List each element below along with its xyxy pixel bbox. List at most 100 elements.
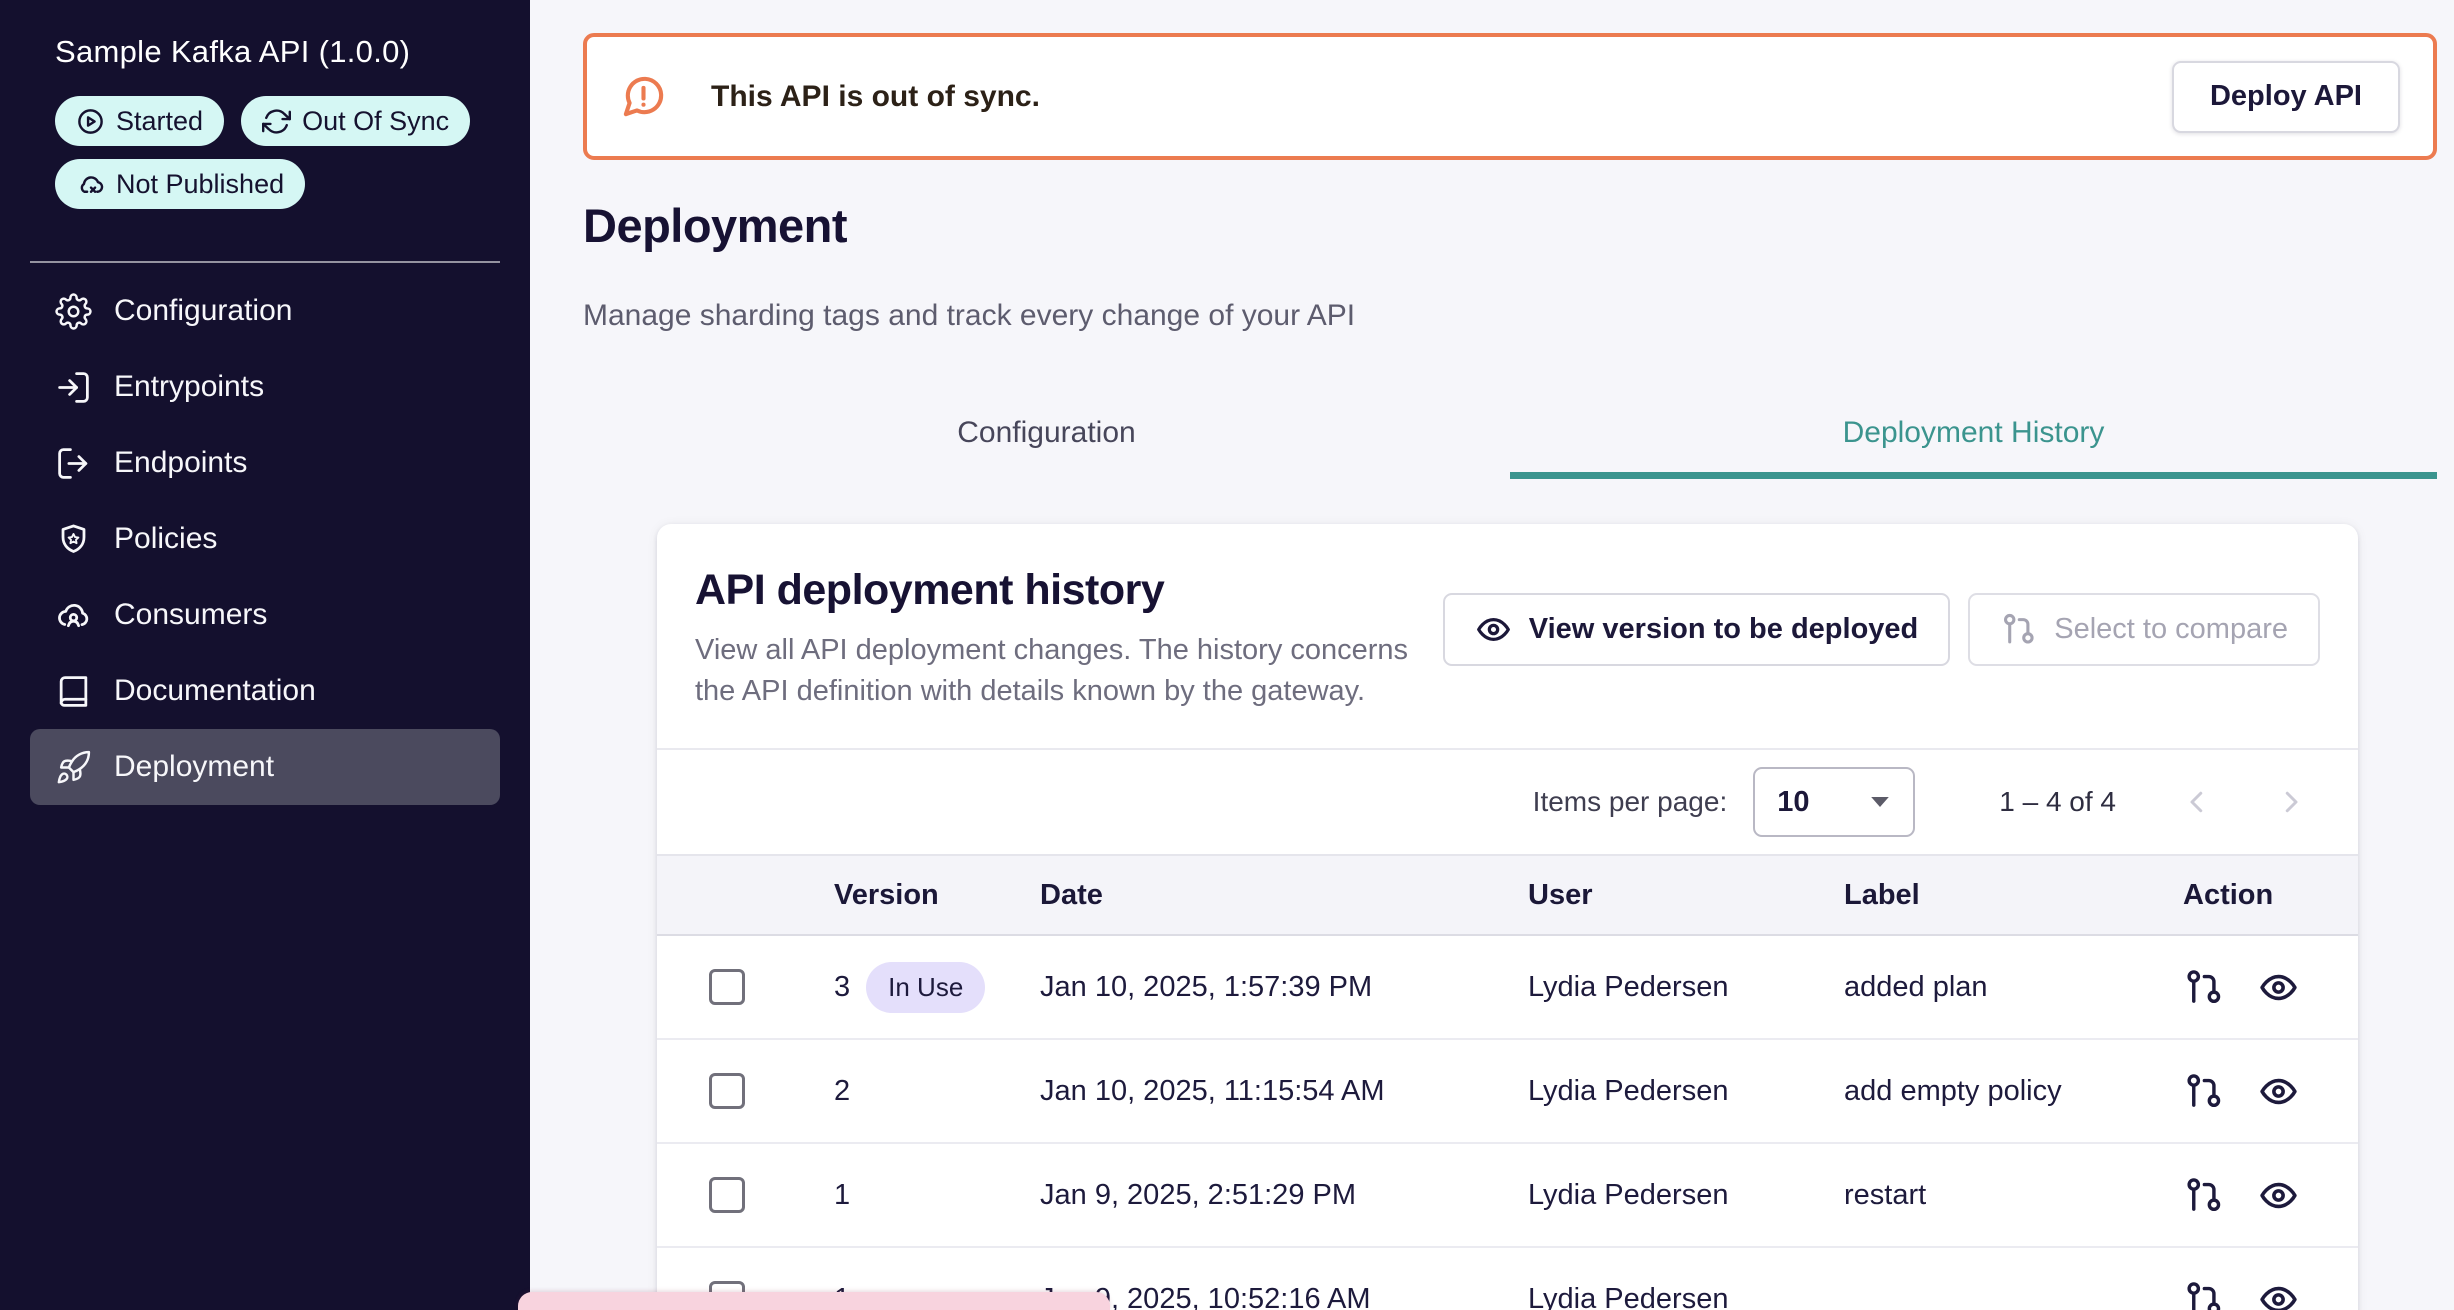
sidebar-item-configuration[interactable]: Configuration <box>30 273 500 349</box>
sidebar-item-label: Entrypoints <box>114 370 264 404</box>
play-circle-icon <box>76 107 105 136</box>
version-number: 3 <box>834 971 850 1004</box>
api-status-badge: Not Published <box>55 159 305 209</box>
sidebar-item-consumers[interactable]: Consumers <box>30 577 500 653</box>
table-row: 2 Jan 10, 2025, 11:15:54 AMLydia Pedersen… <box>657 1040 2358 1144</box>
compare-icon[interactable] <box>2183 1175 2224 1216</box>
cloud-user-icon <box>55 597 92 634</box>
col-user: User <box>1528 879 1844 912</box>
sidebar-item-documentation[interactable]: Documentation <box>30 653 500 729</box>
sidebar-divider <box>30 261 500 263</box>
chevron-left-icon[interactable] <box>2182 785 2212 819</box>
col-date: Date <box>1040 879 1528 912</box>
sidebar-item-endpoints[interactable]: Endpoints <box>30 425 500 501</box>
entry-arrow-icon <box>55 369 92 406</box>
table-row: 3 In Use Jan 10, 2025, 1:57:39 PMLydia Ped… <box>657 936 2358 1040</box>
deployment-date: Jan 9, 2025, 2:51:29 PM <box>1040 1179 1528 1212</box>
eye-icon <box>1475 611 1512 648</box>
version-number: 1 <box>834 1179 850 1212</box>
deployment-label: added plan <box>1844 971 2183 1004</box>
dropdown-arrow-icon <box>1869 795 1891 809</box>
exit-arrow-icon <box>55 445 92 482</box>
deployment-user: Lydia Pedersen <box>1528 1179 1844 1212</box>
api-status-badge: Started <box>55 96 224 146</box>
book-icon <box>55 673 92 710</box>
eye-icon[interactable] <box>2258 1175 2299 1216</box>
badge-label: Not Published <box>116 169 284 200</box>
pager <box>2182 785 2320 819</box>
deployment-history-table: Version Date User Label Action 3 In Use Ja… <box>657 854 2358 1310</box>
eye-icon[interactable] <box>2258 967 2299 1008</box>
sidebar-item-label: Configuration <box>114 294 292 328</box>
badge-label: Out Of Sync <box>302 106 449 137</box>
compare-icon <box>2000 611 2037 648</box>
pagination-range: 1 – 4 of 4 <box>1999 786 2116 818</box>
deployment-history-card: API deployment history View all API depl… <box>657 524 2358 1310</box>
sidebar-item-deployment[interactable]: Deployment <box>30 729 500 805</box>
rocket-icon <box>55 749 92 786</box>
sidebar-item-entrypoints[interactable]: Entrypoints <box>30 349 500 425</box>
main-content: This API is out of sync. Deploy API Depl… <box>530 0 2454 1310</box>
card-description: View all API deployment changes. The his… <box>695 630 1443 712</box>
tab-configuration[interactable]: Configuration <box>583 393 1510 479</box>
badge-label: Started <box>116 106 203 137</box>
api-status-badge: Out Of Sync <box>241 96 470 146</box>
table-row: 1 Jan 9, 2025, 2:51:29 PMLydia Pedersenre… <box>657 1144 2358 1248</box>
card-header: API deployment history View all API depl… <box>657 524 2358 748</box>
col-action: Action <box>2183 879 2358 912</box>
sidebar-item-label: Endpoints <box>114 446 247 480</box>
out-of-sync-banner: This API is out of sync. Deploy API <box>583 33 2437 160</box>
deploy-api-button[interactable]: Deploy API <box>2172 61 2400 133</box>
deployment-user: Lydia Pedersen <box>1528 1075 1844 1108</box>
shield-star-icon <box>55 521 92 558</box>
deployment-date: Jan 10, 2025, 11:15:54 AM <box>1040 1075 1528 1108</box>
deployment-label: restart <box>1844 1179 2183 1212</box>
row-checkbox[interactable] <box>709 969 745 1005</box>
eye-icon[interactable] <box>2258 1071 2299 1112</box>
select-to-compare-button[interactable]: Select to compare <box>1968 593 2320 666</box>
sync-icon <box>262 107 291 136</box>
chevron-right-icon[interactable] <box>2276 785 2306 819</box>
eye-icon[interactable] <box>2258 1279 2299 1310</box>
table-body: 3In UseJan 10, 2025, 1:57:39 PMLydia Ped… <box>657 936 2358 1310</box>
sidebar-item-label: Policies <box>114 522 217 556</box>
sidebar-item-label: Documentation <box>114 674 316 708</box>
col-version: Version <box>834 879 1040 912</box>
api-title: Sample Kafka API (1.0.0) <box>55 34 530 70</box>
deployment-user: Lydia Pedersen <box>1528 1283 1844 1310</box>
compare-icon[interactable] <box>2183 967 2224 1008</box>
cloud-unpublished-icon <box>76 170 105 199</box>
page-title: Deployment <box>583 198 2437 253</box>
page-size-select[interactable]: 10 <box>1753 767 1915 837</box>
gear-icon <box>55 293 92 330</box>
api-status-badges: Started Out Of Sync Not Published <box>55 96 490 209</box>
tab-deployment-history[interactable]: Deployment History <box>1510 393 2437 479</box>
tab-bar: Configuration Deployment History <box>583 393 2437 479</box>
notification-toast <box>518 1292 1110 1310</box>
card-title: API deployment history <box>695 566 1443 615</box>
version-number: 2 <box>834 1075 850 1108</box>
card-actions: View version to be deployed Select to co… <box>1443 593 2320 666</box>
in-use-badge: In Use <box>866 962 985 1013</box>
banner-message: This API is out of sync. <box>711 80 1040 114</box>
alert-bubble-icon <box>620 73 667 120</box>
page-size-value: 10 <box>1777 786 1809 819</box>
items-per-page-label: Items per page: <box>1533 786 1728 818</box>
row-checkbox[interactable] <box>709 1177 745 1213</box>
compare-icon[interactable] <box>2183 1279 2224 1310</box>
compare-icon[interactable] <box>2183 1071 2224 1112</box>
api-sidebar: Sample Kafka API (1.0.0) Started Out Of S… <box>0 0 530 1310</box>
sidebar-item-policies[interactable]: Policies <box>30 501 500 577</box>
sidebar-item-label: Consumers <box>114 598 267 632</box>
deployment-label: add empty policy <box>1844 1075 2183 1108</box>
deployment-user: Lydia Pedersen <box>1528 971 1844 1004</box>
view-version-button[interactable]: View version to be deployed <box>1443 593 1950 666</box>
deployment-date: Jan 10, 2025, 1:57:39 PM <box>1040 971 1528 1004</box>
row-checkbox[interactable] <box>709 1073 745 1109</box>
col-label: Label <box>1844 879 2183 912</box>
sidebar-item-label: Deployment <box>114 750 274 784</box>
page-subtitle: Manage sharding tags and track every cha… <box>583 299 2437 333</box>
table-header: Version Date User Label Action <box>657 854 2358 936</box>
sidebar-menu: Configuration Entrypoints Endpoints Policie… <box>0 273 530 805</box>
deployment-date: Jan 9, 2025, 10:52:16 AM <box>1040 1283 1528 1310</box>
